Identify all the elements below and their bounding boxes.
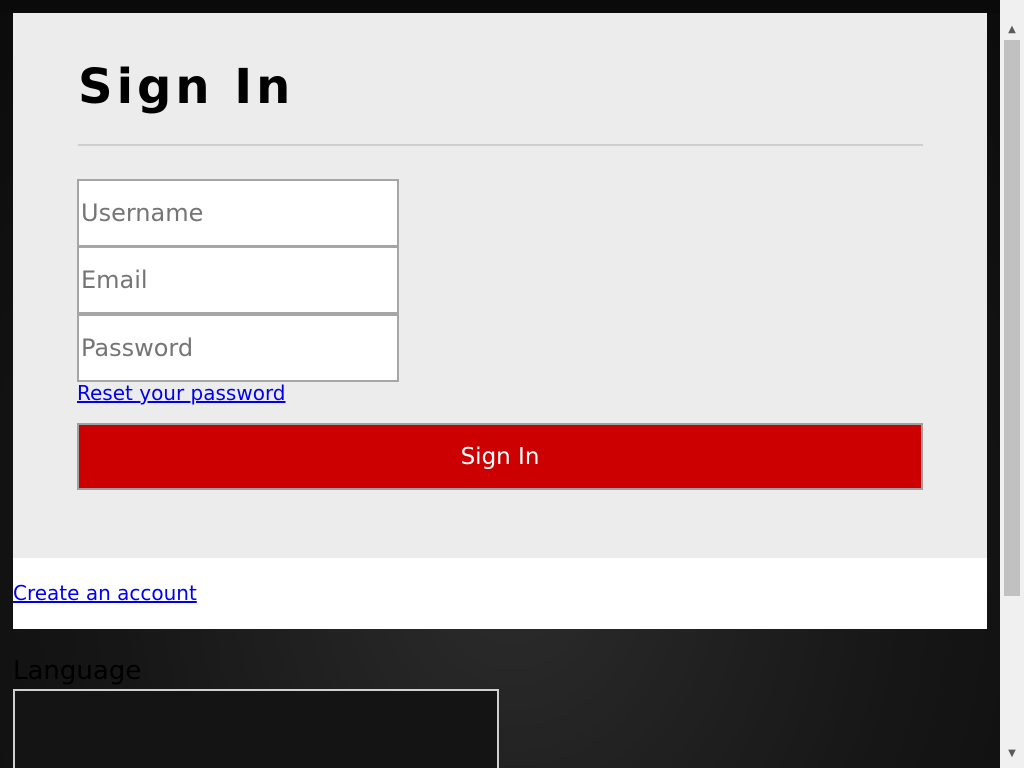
- create-account-link[interactable]: Create an account: [13, 581, 197, 605]
- sign-in-button[interactable]: Sign In: [77, 423, 923, 490]
- email-input[interactable]: [77, 246, 399, 314]
- triangle-up-icon[interactable]: ▲: [1000, 20, 1024, 40]
- username-input[interactable]: [77, 179, 399, 247]
- triangle-down-icon[interactable]: ▼: [1000, 744, 1024, 764]
- scrollbar-thumb[interactable]: [1004, 40, 1020, 596]
- signin-card: Sign In Reset your password Sign In: [13, 13, 987, 558]
- password-input[interactable]: [77, 314, 399, 382]
- reset-password-link[interactable]: Reset your password: [77, 381, 286, 405]
- account-band: Create an account: [13, 558, 987, 629]
- top-strip: [0, 0, 1000, 13]
- page-scrollbar[interactable]: ▲ ▼: [1000, 0, 1024, 768]
- page-title: Sign In: [78, 59, 295, 115]
- language-label: Language: [13, 656, 142, 686]
- title-divider: [78, 144, 923, 146]
- language-select[interactable]: [13, 689, 499, 768]
